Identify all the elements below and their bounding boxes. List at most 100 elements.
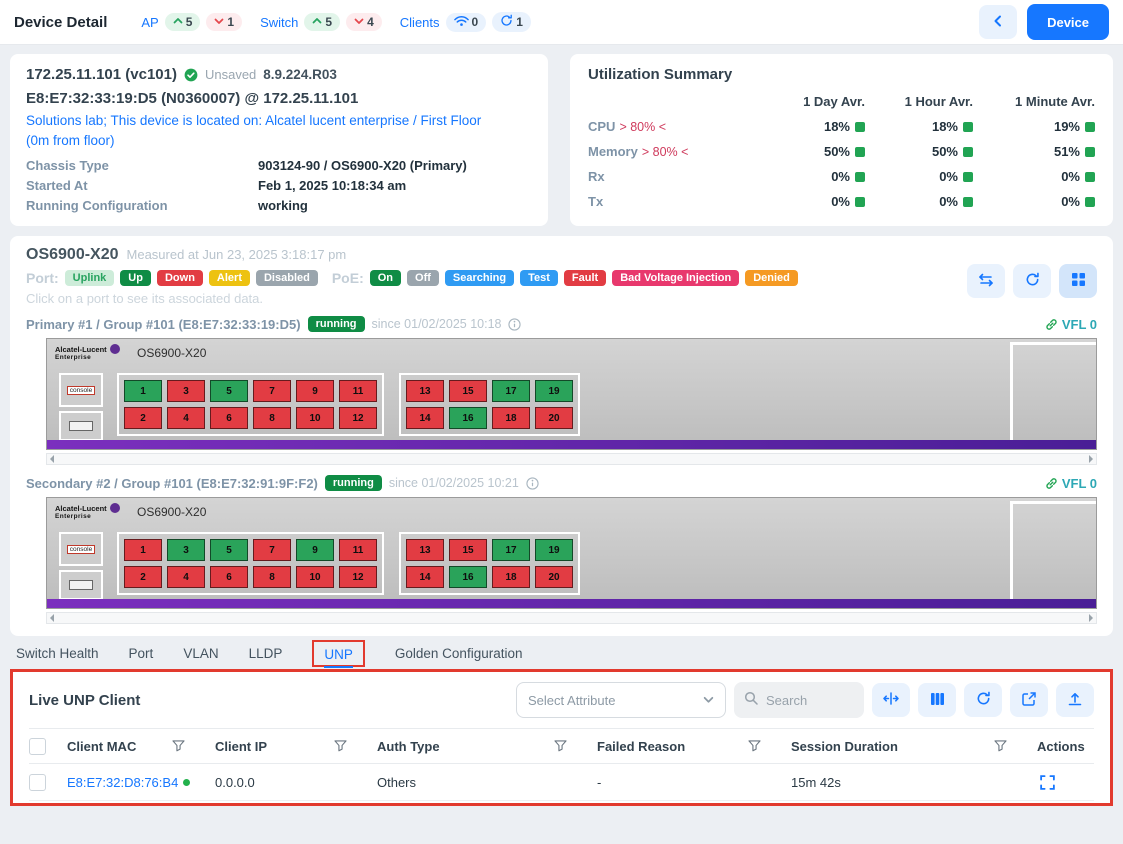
search-input[interactable]	[764, 692, 850, 709]
port-8[interactable]: 8	[253, 566, 291, 588]
port-14[interactable]: 14	[406, 407, 444, 429]
filter-icon[interactable]	[994, 740, 1007, 752]
column-header-session-duration[interactable]: Session Duration	[791, 739, 1037, 754]
port-12[interactable]: 12	[339, 407, 377, 429]
port-17[interactable]: 17	[492, 539, 530, 561]
port-5[interactable]: 5	[210, 539, 248, 561]
column-header-actions[interactable]: Actions	[1037, 739, 1115, 754]
port-18[interactable]: 18	[492, 407, 530, 429]
compare-view-button[interactable]	[967, 264, 1005, 298]
expand-row-button[interactable]	[1037, 772, 1058, 793]
export-button[interactable]	[1056, 683, 1094, 717]
collapse-panel-button[interactable]	[979, 5, 1017, 39]
open-in-new-button[interactable]	[1010, 683, 1048, 717]
port-11[interactable]: 11	[339, 380, 377, 402]
info-icon[interactable]	[526, 477, 539, 490]
port-13[interactable]: 13	[406, 380, 444, 402]
tab-golden-configuration[interactable]: Golden Configuration	[395, 646, 523, 661]
device-location-link[interactable]: Solutions lab; This device is located on…	[26, 111, 496, 150]
column-header-1-minute-avr: 1 Minute Avr.	[973, 94, 1095, 109]
filter-icon[interactable]	[554, 740, 567, 752]
scroll-right-icon[interactable]	[1089, 455, 1093, 463]
ap-down-badge[interactable]: 1	[206, 13, 242, 31]
switch-label[interactable]: Switch	[260, 15, 298, 30]
port-4[interactable]: 4	[167, 407, 205, 429]
column-header-client-mac[interactable]: Client MAC	[67, 739, 215, 754]
port-2[interactable]: 2	[124, 407, 162, 429]
port-3[interactable]: 3	[167, 539, 205, 561]
port-7[interactable]: 7	[253, 380, 291, 402]
column-header-auth-type[interactable]: Auth Type	[377, 739, 597, 754]
column-header-client-ip[interactable]: Client IP	[215, 739, 377, 754]
utilization-row-cpu: CPU> 80% <18%18%19%	[588, 114, 1095, 139]
port-9[interactable]: 9	[296, 380, 334, 402]
filter-icon[interactable]	[748, 740, 761, 752]
vfl-link[interactable]: VFL 0	[1045, 476, 1097, 491]
port-19[interactable]: 19	[535, 380, 573, 402]
scroll-right-icon[interactable]	[1089, 614, 1093, 622]
port-18[interactable]: 18	[492, 566, 530, 588]
port-20[interactable]: 20	[535, 566, 573, 588]
tab-unp[interactable]: UNP	[324, 647, 353, 668]
row-checkbox[interactable]	[29, 774, 46, 791]
ap-up-badge[interactable]: 5	[165, 13, 201, 31]
vfl-link[interactable]: VFL 0	[1045, 317, 1097, 332]
clients-label[interactable]: Clients	[400, 15, 440, 30]
port-16[interactable]: 16	[449, 407, 487, 429]
tab-switch-health[interactable]: Switch Health	[16, 646, 99, 661]
port-9[interactable]: 9	[296, 539, 334, 561]
port-7[interactable]: 7	[253, 539, 291, 561]
client-mac-link[interactable]: E8:E7:32:D8:76:B4	[67, 775, 178, 790]
port-11[interactable]: 11	[339, 539, 377, 561]
port-14[interactable]: 14	[406, 566, 444, 588]
console-port[interactable]: console	[59, 373, 103, 407]
column-header-failed-reason[interactable]: Failed Reason	[597, 739, 791, 754]
port-15[interactable]: 15	[449, 539, 487, 561]
column-settings-button[interactable]	[918, 683, 956, 717]
port-2[interactable]: 2	[124, 566, 162, 588]
usb-port[interactable]	[59, 411, 103, 441]
scroll-left-icon[interactable]	[50, 455, 54, 463]
refresh-chassis-button[interactable]	[1013, 264, 1051, 298]
port-1[interactable]: 1	[124, 380, 162, 402]
search-box[interactable]	[734, 682, 864, 718]
port-19[interactable]: 19	[535, 539, 573, 561]
port-6[interactable]: 6	[210, 407, 248, 429]
roaming-clients-badge[interactable]: 1	[492, 12, 531, 32]
port-5[interactable]: 5	[210, 380, 248, 402]
port-12[interactable]: 12	[339, 566, 377, 588]
port-13[interactable]: 13	[406, 539, 444, 561]
port-6[interactable]: 6	[210, 566, 248, 588]
refresh-table-button[interactable]	[964, 683, 1002, 717]
port-8[interactable]: 8	[253, 407, 291, 429]
port-16[interactable]: 16	[449, 566, 487, 588]
tab-lldp[interactable]: LLDP	[249, 646, 283, 661]
port-10[interactable]: 10	[296, 407, 334, 429]
port-17[interactable]: 17	[492, 380, 530, 402]
port-1[interactable]: 1	[124, 539, 162, 561]
filter-icon[interactable]	[172, 740, 185, 752]
port-4[interactable]: 4	[167, 566, 205, 588]
attribute-select[interactable]: Select Attribute	[516, 682, 726, 718]
device-button[interactable]: Device	[1027, 4, 1109, 40]
select-all-checkbox[interactable]	[29, 738, 46, 755]
info-icon[interactable]	[508, 318, 521, 331]
wireless-clients-badge[interactable]: 0	[446, 13, 487, 32]
ap-label[interactable]: AP	[141, 15, 158, 30]
filter-icon[interactable]	[334, 740, 347, 752]
console-port[interactable]: console	[59, 532, 103, 566]
tab-port[interactable]: Port	[129, 646, 154, 661]
switch-up-badge[interactable]: 5	[304, 13, 340, 31]
switch-down-badge[interactable]: 4	[346, 13, 382, 31]
chassis-scrollbar[interactable]	[46, 612, 1097, 624]
scroll-left-icon[interactable]	[50, 614, 54, 622]
port-3[interactable]: 3	[167, 380, 205, 402]
port-15[interactable]: 15	[449, 380, 487, 402]
fit-columns-button[interactable]	[872, 683, 910, 717]
port-10[interactable]: 10	[296, 566, 334, 588]
chassis-scrollbar[interactable]	[46, 453, 1097, 465]
port-view-button[interactable]	[1059, 264, 1097, 298]
port-20[interactable]: 20	[535, 407, 573, 429]
usb-port[interactable]	[59, 570, 103, 600]
tab-vlan[interactable]: VLAN	[183, 646, 218, 661]
